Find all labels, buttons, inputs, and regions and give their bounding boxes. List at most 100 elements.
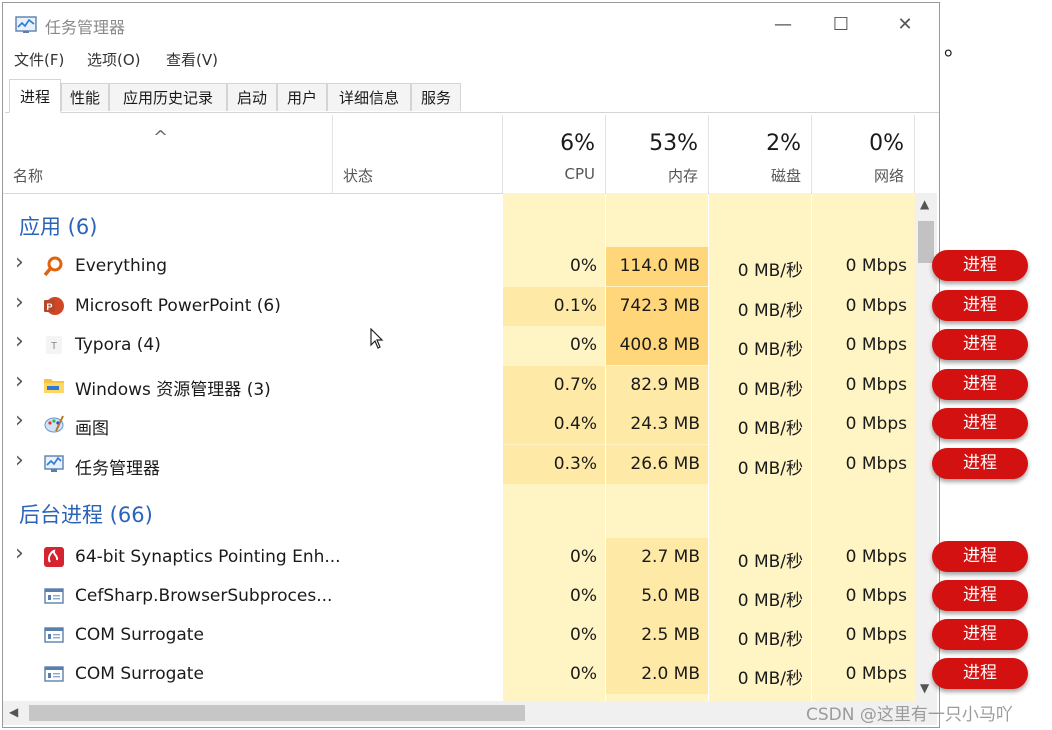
process-badge: 进程 bbox=[932, 580, 1028, 611]
expand-chevron-icon[interactable]: › bbox=[15, 329, 24, 354]
minimize-icon: — bbox=[774, 14, 792, 35]
menu-view[interactable]: 查看(V) bbox=[166, 49, 218, 70]
maximize-button[interactable]: ☐ bbox=[819, 7, 863, 43]
column-disk[interactable]: 2% 磁盘 bbox=[709, 115, 812, 193]
cpu-total: 6% bbox=[560, 131, 595, 156]
process-name: Windows 资源管理器 (3) bbox=[75, 379, 271, 400]
column-name[interactable]: ^ 名称 bbox=[3, 115, 333, 193]
tab-processes[interactable]: 进程 bbox=[9, 79, 61, 113]
process-name: COM Surrogate bbox=[75, 625, 204, 645]
group-title-apps: 应用 (6) bbox=[19, 215, 98, 239]
process-disk: 0 MB/秒 bbox=[737, 300, 803, 321]
process-badge: 进程 bbox=[932, 658, 1028, 689]
process-net: 0 Mbps bbox=[845, 414, 907, 435]
expand-chevron-icon[interactable]: › bbox=[15, 369, 24, 394]
process-net: 0 Mbps bbox=[845, 374, 907, 395]
tab-details[interactable]: 详细信息 bbox=[327, 83, 411, 111]
process-disk: 0 MB/秒 bbox=[737, 591, 803, 611]
process-badge: 进程 bbox=[932, 289, 1028, 321]
column-cpu[interactable]: 6% CPU bbox=[503, 115, 606, 193]
column-network[interactable]: 0% 网络 bbox=[812, 115, 915, 193]
network-total: 0% bbox=[869, 131, 904, 156]
process-cpu: 0.3% bbox=[553, 454, 597, 474]
process-row[interactable]: › 任务管理器 0.3% 26.6 MB 0 MB/秒 0 Mbps bbox=[3, 445, 915, 484]
tab-startup[interactable]: 启动 bbox=[227, 83, 277, 111]
process-badge: 进程 bbox=[932, 368, 1028, 400]
task-manager-icon bbox=[43, 453, 65, 475]
window-title: 任务管理器 bbox=[45, 18, 126, 37]
process-cpu: 0.7% bbox=[553, 374, 597, 395]
process-cpu: 0% bbox=[570, 256, 597, 276]
memory-label: 内存 bbox=[667, 167, 698, 185]
process-badge: 进程 bbox=[932, 250, 1028, 281]
process-disk: 0 MB/秒 bbox=[737, 630, 803, 650]
process-name: COM Surrogate bbox=[75, 664, 204, 684]
column-memory[interactable]: 53% 内存 bbox=[606, 115, 709, 193]
process-mem: 5.0 MB bbox=[641, 586, 700, 606]
menu-file[interactable]: 文件(F) bbox=[14, 49, 64, 70]
close-button[interactable]: ✕ bbox=[883, 7, 927, 43]
column-status[interactable]: 状态 bbox=[333, 115, 503, 193]
process-mem: 82.9 MB bbox=[630, 374, 700, 395]
svg-text:P: P bbox=[46, 302, 52, 312]
horizontal-scroll-thumb[interactable] bbox=[29, 705, 525, 721]
process-name: CefSharp.BrowserSubproces... bbox=[75, 586, 333, 606]
paint-icon bbox=[43, 413, 65, 435]
process-row[interactable]: COM Surrogate 0% 2.0 MB 0 MB/秒 0 Mbps bbox=[3, 655, 915, 694]
expand-chevron-icon[interactable]: › bbox=[15, 541, 24, 566]
process-disk: 0 MB/秒 bbox=[737, 261, 803, 281]
process-mem: 114.0 MB bbox=[619, 256, 700, 276]
window-app-icon bbox=[43, 663, 65, 685]
window-app-icon bbox=[43, 624, 65, 646]
maximize-icon: ☐ bbox=[832, 14, 850, 35]
process-list: 应用 (6) › Everything 0% 114.0 MB 0 MB/秒 0 Mbps ›… bbox=[3, 193, 915, 701]
everything-icon bbox=[43, 255, 65, 277]
scroll-up-icon[interactable]: ▲ bbox=[920, 197, 929, 211]
tab-users[interactable]: 用户 bbox=[277, 83, 327, 111]
process-row[interactable]: › 画图 0.4% 24.3 MB 0 MB/秒 0 Mbps bbox=[3, 405, 915, 445]
process-disk: 0 MB/秒 bbox=[737, 340, 803, 361]
process-disk: 0 MB/秒 bbox=[737, 379, 803, 400]
menu-options[interactable]: 选项(O) bbox=[87, 49, 141, 70]
watermark: CSDN @这里有一只小马吖 bbox=[806, 705, 1013, 725]
process-row[interactable]: › 64-bit Synaptics Pointing Enh... 0% 2.7 M… bbox=[3, 538, 915, 577]
process-row[interactable]: COM Surrogate 0% 2.5 MB 0 MB/秒 0 Mbps bbox=[3, 616, 915, 655]
expand-chevron-icon[interactable]: › bbox=[15, 448, 24, 473]
task-manager-window: 任务管理器 — ☐ ✕ 文件(F) 选项(O) 查看(V) 进程 性能 应用历史… bbox=[2, 2, 940, 728]
process-net: 0 Mbps bbox=[845, 295, 907, 316]
minimize-button[interactable]: — bbox=[761, 7, 805, 43]
process-badge: 进程 bbox=[932, 541, 1028, 572]
expand-chevron-icon[interactable]: › bbox=[15, 290, 24, 315]
folder-icon bbox=[43, 374, 65, 396]
process-disk: 0 MB/秒 bbox=[737, 669, 803, 689]
process-cpu: 0% bbox=[570, 664, 597, 684]
background-text-right: 。 bbox=[944, 36, 967, 61]
process-mem: 742.3 MB bbox=[619, 295, 700, 316]
process-row[interactable]: › T Typora (4) 0% 400.8 MB 0 MB/秒 0 Mbps bbox=[3, 326, 915, 366]
horizontal-scrollbar[interactable]: ◀ bbox=[3, 701, 937, 725]
process-net: 0 Mbps bbox=[845, 586, 907, 606]
process-row[interactable]: CefSharp.BrowserSubproces... 0% 5.0 MB 0 MB… bbox=[3, 577, 915, 616]
close-icon: ✕ bbox=[897, 14, 913, 35]
scroll-down-icon[interactable]: ▼ bbox=[920, 681, 929, 695]
process-net: 0 Mbps bbox=[845, 625, 907, 645]
process-badge: 进程 bbox=[932, 619, 1028, 650]
expand-chevron-icon[interactable]: › bbox=[15, 250, 24, 275]
process-badge: 进程 bbox=[932, 408, 1028, 440]
tab-app-history[interactable]: 应用历史记录 bbox=[109, 83, 227, 111]
process-row[interactable]: › Everything 0% 114.0 MB 0 MB/秒 0 Mbps bbox=[3, 247, 915, 286]
process-row[interactable]: › Windows 资源管理器 (3) 0.7% 82.9 MB 0 MB/秒 0 Mbp… bbox=[3, 365, 915, 405]
process-mem: 2.0 MB bbox=[641, 664, 700, 684]
process-row[interactable]: › P Microsoft PowerPoint (6) 0.1% 742.3 MB 0 … bbox=[3, 286, 915, 326]
window-app-icon bbox=[43, 585, 65, 607]
disk-label: 磁盘 bbox=[770, 167, 801, 185]
tab-performance[interactable]: 性能 bbox=[61, 83, 109, 111]
process-name: 任务管理器 bbox=[75, 459, 160, 479]
expand-chevron-icon[interactable]: › bbox=[15, 408, 24, 433]
scroll-left-icon[interactable]: ◀ bbox=[9, 705, 18, 719]
process-mem: 26.6 MB bbox=[630, 454, 700, 474]
vertical-scroll-thumb[interactable] bbox=[918, 221, 934, 263]
process-name: Everything bbox=[75, 256, 168, 276]
process-mem: 400.8 MB bbox=[619, 335, 700, 356]
tab-services[interactable]: 服务 bbox=[411, 83, 461, 111]
